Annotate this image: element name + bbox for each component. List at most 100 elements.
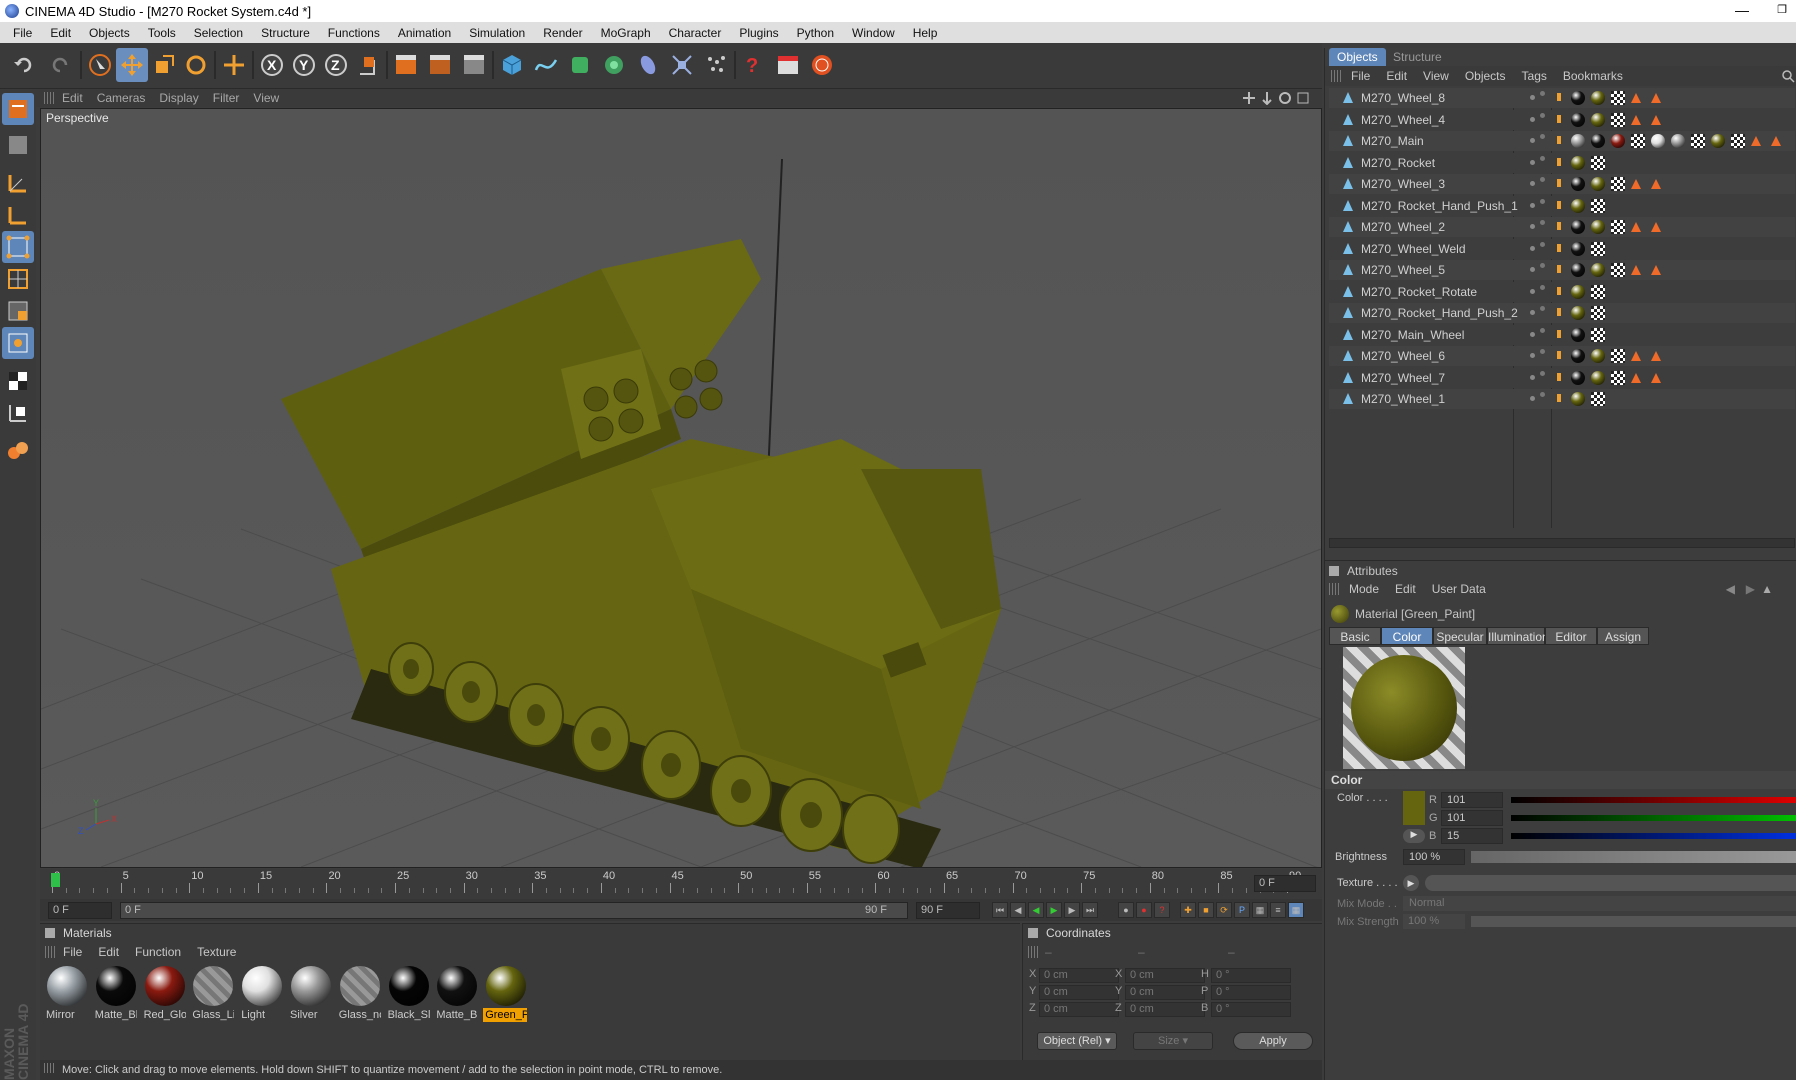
- viewport-menu-view[interactable]: View: [253, 91, 279, 105]
- frame-range-slider[interactable]: 0 F 90 F: [120, 902, 908, 919]
- material-swatch[interactable]: Mirror: [44, 964, 90, 1022]
- material-tag-icon[interactable]: [1651, 134, 1665, 148]
- key-scale-icon[interactable]: ■: [1198, 902, 1214, 918]
- edges-mode-icon[interactable]: [2, 263, 34, 295]
- object-row[interactable]: M270_Wheel_1: [1329, 389, 1795, 409]
- material-tag-icon[interactable]: [1571, 220, 1585, 234]
- color-picker-button[interactable]: ▶: [1403, 829, 1425, 843]
- editor-visibility-dot[interactable]: [1530, 95, 1535, 100]
- render-visibility-dot[interactable]: [1540, 198, 1545, 204]
- orbit-icon[interactable]: [1278, 91, 1292, 105]
- spline-pen-icon[interactable]: [530, 48, 562, 82]
- particles-icon[interactable]: [700, 48, 732, 82]
- material-swatch[interactable]: Matte_Bl: [434, 964, 480, 1022]
- menu-functions[interactable]: Functions: [319, 26, 389, 40]
- tab-color[interactable]: Color: [1381, 627, 1433, 645]
- object-row[interactable]: M270_Rocket: [1329, 152, 1795, 173]
- tab-specular[interactable]: Specular: [1433, 627, 1487, 645]
- render-visibility-dot[interactable]: [1540, 327, 1545, 333]
- uv-tag-icon[interactable]: [1591, 392, 1605, 406]
- help-icon[interactable]: ?: [738, 48, 770, 82]
- editor-visibility-dot[interactable]: [1530, 138, 1535, 143]
- uv-tag-icon[interactable]: [1691, 134, 1705, 148]
- object-row[interactable]: M270_Wheel_4: [1329, 109, 1795, 130]
- timeline-icon[interactable]: ≡: [1270, 902, 1286, 918]
- material-tag-icon[interactable]: [1571, 327, 1585, 342]
- up-arrow-icon[interactable]: ▲: [1761, 582, 1773, 596]
- zoom-icon[interactable]: [1260, 91, 1274, 105]
- uv-tag-icon[interactable]: [1611, 263, 1625, 277]
- material-tag-icon[interactable]: [1611, 134, 1625, 148]
- phong-tag-icon[interactable]: [1771, 136, 1781, 146]
- cube-primitive-icon[interactable]: [496, 48, 528, 82]
- phong-tag-icon[interactable]: [1631, 265, 1641, 275]
- coordinate-field[interactable]: 0 cm: [1039, 968, 1119, 983]
- material-swatch[interactable]: Green_P: [483, 964, 529, 1022]
- material-tag-icon[interactable]: [1571, 349, 1585, 363]
- live-selection-icon[interactable]: [84, 48, 116, 82]
- render-visibility-dot[interactable]: [1540, 220, 1545, 225]
- render-visibility-dot[interactable]: [1540, 134, 1545, 139]
- end-frame-field[interactable]: 90 F: [916, 902, 980, 919]
- material-tag-icon[interactable]: [1591, 177, 1605, 191]
- z-axis-lock-icon[interactable]: Z: [320, 48, 352, 82]
- material-swatch[interactable]: Matte_Bl: [93, 964, 139, 1022]
- uv-tag-icon[interactable]: [1591, 306, 1605, 320]
- material-swatch[interactable]: Glass_Li: [190, 964, 236, 1022]
- tab-assign[interactable]: Assign: [1597, 627, 1649, 645]
- layout-settings-icon[interactable]: [772, 48, 804, 82]
- material-tag-icon[interactable]: [1571, 198, 1585, 213]
- texture-mode-icon[interactable]: [2, 365, 34, 397]
- uv-tag-icon[interactable]: [1591, 327, 1605, 342]
- uv-tag-icon[interactable]: [1611, 177, 1625, 191]
- material-swatch[interactable]: Red_Glo: [142, 964, 188, 1022]
- uv-tag-icon[interactable]: [1611, 349, 1625, 363]
- menu-help[interactable]: Help: [904, 26, 947, 40]
- coordinate-field[interactable]: 0 cm: [1125, 985, 1205, 1000]
- object-row[interactable]: M270_Wheel_3: [1329, 174, 1795, 194]
- render-settings-icon[interactable]: [458, 48, 490, 82]
- material-tag-icon[interactable]: [1571, 306, 1585, 320]
- coordinate-mode-dropdown[interactable]: Object (Rel) ▾: [1037, 1032, 1117, 1050]
- nurbs-icon[interactable]: [564, 48, 596, 82]
- deformer-icon[interactable]: [632, 48, 664, 82]
- tab-basic[interactable]: Basic: [1329, 627, 1381, 645]
- undo-button[interactable]: [8, 48, 40, 82]
- material-tag-icon[interactable]: [1571, 241, 1585, 256]
- pan-icon[interactable]: [1242, 91, 1256, 105]
- key-position-icon[interactable]: ✚: [1180, 902, 1196, 918]
- red-slider[interactable]: [1511, 797, 1796, 803]
- objects-menu-bookmarks[interactable]: Bookmarks: [1563, 69, 1623, 83]
- render-visibility-dot[interactable]: [1540, 284, 1545, 290]
- material-tag-icon[interactable]: [1591, 134, 1605, 148]
- editor-visibility-dot[interactable]: [1530, 267, 1535, 272]
- material-tag-icon[interactable]: [1571, 91, 1585, 105]
- uv-mode-icon[interactable]: [2, 327, 34, 359]
- current-frame-marker[interactable]: [51, 873, 60, 887]
- rotate-tool-icon[interactable]: [180, 48, 212, 82]
- tab-illumination[interactable]: Illumination: [1487, 627, 1549, 645]
- menu-window[interactable]: Window: [843, 26, 904, 40]
- materials-menu-file[interactable]: File: [63, 945, 82, 959]
- object-axis-icon[interactable]: [2, 167, 34, 199]
- keyframe-help-icon[interactable]: ?: [1154, 902, 1170, 918]
- start-frame-field[interactable]: 0 F: [48, 902, 112, 919]
- menu-objects[interactable]: Objects: [80, 26, 139, 40]
- phong-tag-icon[interactable]: [1631, 372, 1641, 383]
- phong-tag-icon[interactable]: [1631, 114, 1641, 125]
- apply-button[interactable]: Apply: [1233, 1032, 1313, 1050]
- uv-tag-icon[interactable]: [1611, 370, 1625, 385]
- key-param-icon[interactable]: P: [1234, 902, 1250, 918]
- editor-visibility-dot[interactable]: [1530, 224, 1535, 229]
- editor-visibility-dot[interactable]: [1530, 202, 1535, 208]
- editor-visibility-dot[interactable]: [1530, 396, 1535, 401]
- coordinate-system-icon[interactable]: [352, 48, 384, 82]
- phong-tag-icon[interactable]: [1651, 114, 1661, 125]
- render-picture-viewer-icon[interactable]: [424, 48, 456, 82]
- objects-menu-objects[interactable]: Objects: [1465, 69, 1506, 83]
- phong-tag-icon[interactable]: [1651, 372, 1661, 383]
- material-tag-icon[interactable]: [1571, 284, 1585, 299]
- phong-tag-icon[interactable]: [1651, 93, 1661, 103]
- object-row[interactable]: M270_Main_Wheel: [1329, 324, 1795, 345]
- y-axis-lock-icon[interactable]: Y: [288, 48, 320, 82]
